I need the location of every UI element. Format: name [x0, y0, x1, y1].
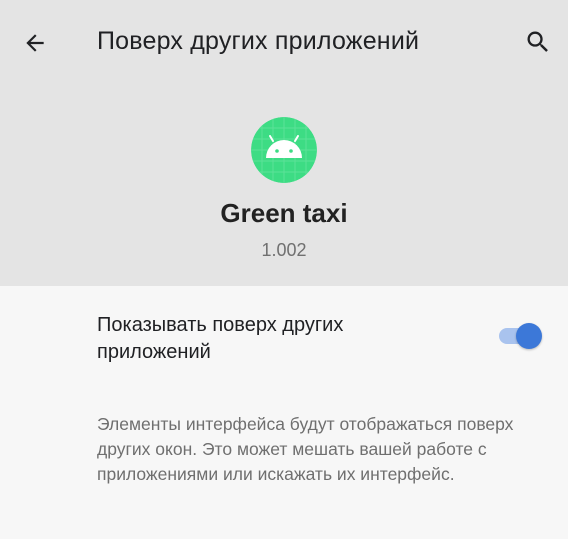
search-button[interactable]	[520, 26, 556, 62]
arrow-back-icon	[22, 30, 48, 61]
search-icon	[524, 28, 552, 61]
toolbar: Поверх других приложений	[0, 0, 568, 90]
setting-label: Показывать поверх других приложений	[97, 314, 344, 363]
screen: Поверх других приложений Green taxi 1.00…	[0, 0, 568, 539]
toggle-thumb	[516, 323, 542, 349]
android-robot-icon	[251, 117, 317, 183]
display-over-apps-toggle[interactable]	[496, 323, 548, 349]
page-title: Поверх других приложений	[97, 27, 420, 55]
app-name: Green taxi	[220, 198, 348, 228]
app-version: 1.002	[261, 240, 307, 260]
app-header: Поверх других приложений Green taxi 1.00…	[0, 0, 568, 286]
back-button[interactable]	[16, 26, 54, 64]
display-over-apps-setting[interactable]: Показывать поверх других приложений	[0, 296, 568, 386]
setting-description: Элементы интерфейса будут отображаться п…	[97, 414, 514, 484]
